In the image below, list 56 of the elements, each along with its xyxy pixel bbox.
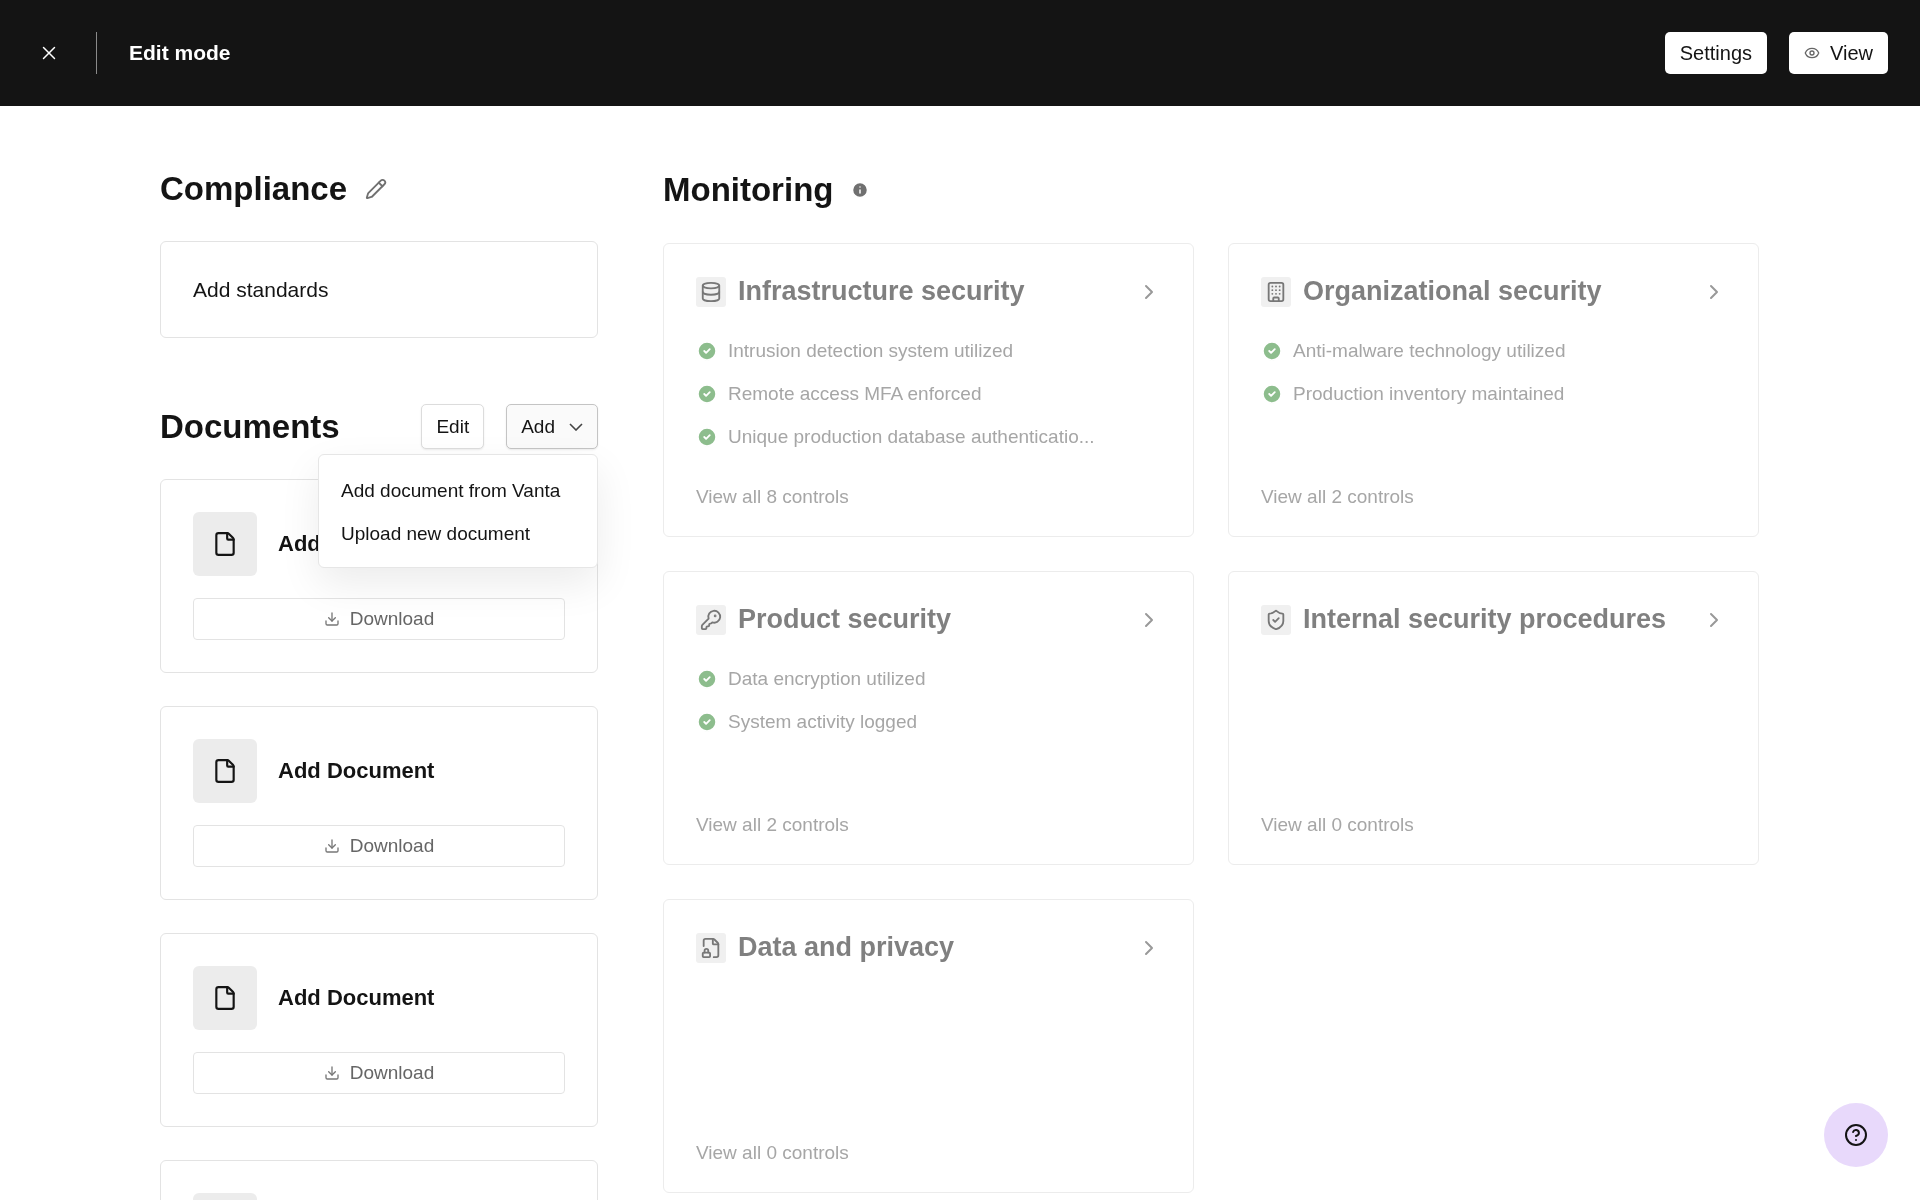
monitoring-card[interactable]: Internal security procedures View all 0 controls — [1228, 571, 1759, 865]
download-button[interactable]: Download — [193, 1052, 565, 1094]
view-button[interactable]: View — [1789, 32, 1888, 74]
control-text: System activity logged — [728, 710, 918, 733]
monitoring-card[interactable]: Infrastructure security Intrusion detection system utilized Remote access MFA enforced Unique production database authenticatio... View all 8 controls — [663, 243, 1194, 537]
card-title: Organizational security — [1303, 276, 1602, 307]
check-icon — [696, 425, 718, 448]
section-title: Monitoring — [663, 171, 834, 209]
control-text: Anti-malware technology utilized — [1293, 339, 1566, 362]
download-button[interactable]: Download — [193, 598, 565, 640]
file-icon — [193, 966, 257, 1030]
edit-button[interactable]: Edit — [421, 404, 485, 449]
menu-item[interactable]: Upload new document — [319, 512, 597, 555]
add-standards-card[interactable]: Add standards — [160, 241, 598, 338]
file-icon — [193, 739, 257, 803]
page-title: Edit mode — [129, 41, 231, 65]
section-title: Documents — [160, 407, 340, 446]
building-icon — [1261, 276, 1291, 307]
check-icon — [696, 710, 718, 733]
check-icon — [696, 339, 718, 362]
menu-item[interactable]: Add document from Vanta — [319, 469, 597, 512]
settings-button[interactable]: Settings — [1664, 32, 1767, 74]
control-text: Production inventory maintained — [1293, 382, 1565, 405]
check-icon — [696, 382, 718, 405]
card-title: Infrastructure security — [738, 276, 1025, 307]
download-icon — [323, 1065, 340, 1081]
download-icon — [323, 611, 340, 627]
check-icon — [696, 667, 718, 690]
add-button[interactable]: Add — [506, 404, 598, 449]
card-title: Data and privacy — [738, 932, 955, 963]
edit-icon[interactable] — [365, 178, 388, 200]
check-icon — [1261, 382, 1283, 405]
card-title: Internal security procedures — [1303, 604, 1667, 635]
download-button[interactable]: Download — [193, 825, 565, 867]
control-text: Intrusion detection system utilized — [728, 339, 1014, 362]
info-icon[interactable] — [851, 181, 870, 199]
file-icon — [193, 512, 257, 576]
control-text: Unique production database authenticatio... — [728, 425, 1095, 448]
document-title[interactable]: Add Document — [278, 758, 435, 784]
download-icon — [323, 838, 340, 854]
eye-icon — [1804, 45, 1820, 61]
help-icon — [1844, 1123, 1868, 1147]
database-icon — [696, 276, 726, 307]
file-lock-icon — [696, 932, 726, 963]
section-title: Compliance — [160, 170, 348, 208]
monitoring-card[interactable]: Product security Data encryption utilized System activity logged View all 2 controls — [663, 571, 1194, 865]
key-icon — [696, 604, 726, 635]
control-text: Remote access MFA enforced — [728, 382, 982, 405]
monitoring-card[interactable]: Data and privacy View all 0 controls — [663, 899, 1194, 1193]
check-icon — [1261, 339, 1283, 362]
shield-check-icon — [1261, 604, 1291, 635]
chevron-down-icon — [569, 422, 583, 431]
card-title: Product security — [738, 604, 952, 635]
monitoring-card[interactable]: Organizational security Anti-malware technology utilized Production inventory maintained View all 2 controls — [1228, 243, 1759, 537]
control-text: Data encryption utilized — [728, 667, 926, 690]
document-title[interactable]: Add Document — [278, 985, 435, 1011]
